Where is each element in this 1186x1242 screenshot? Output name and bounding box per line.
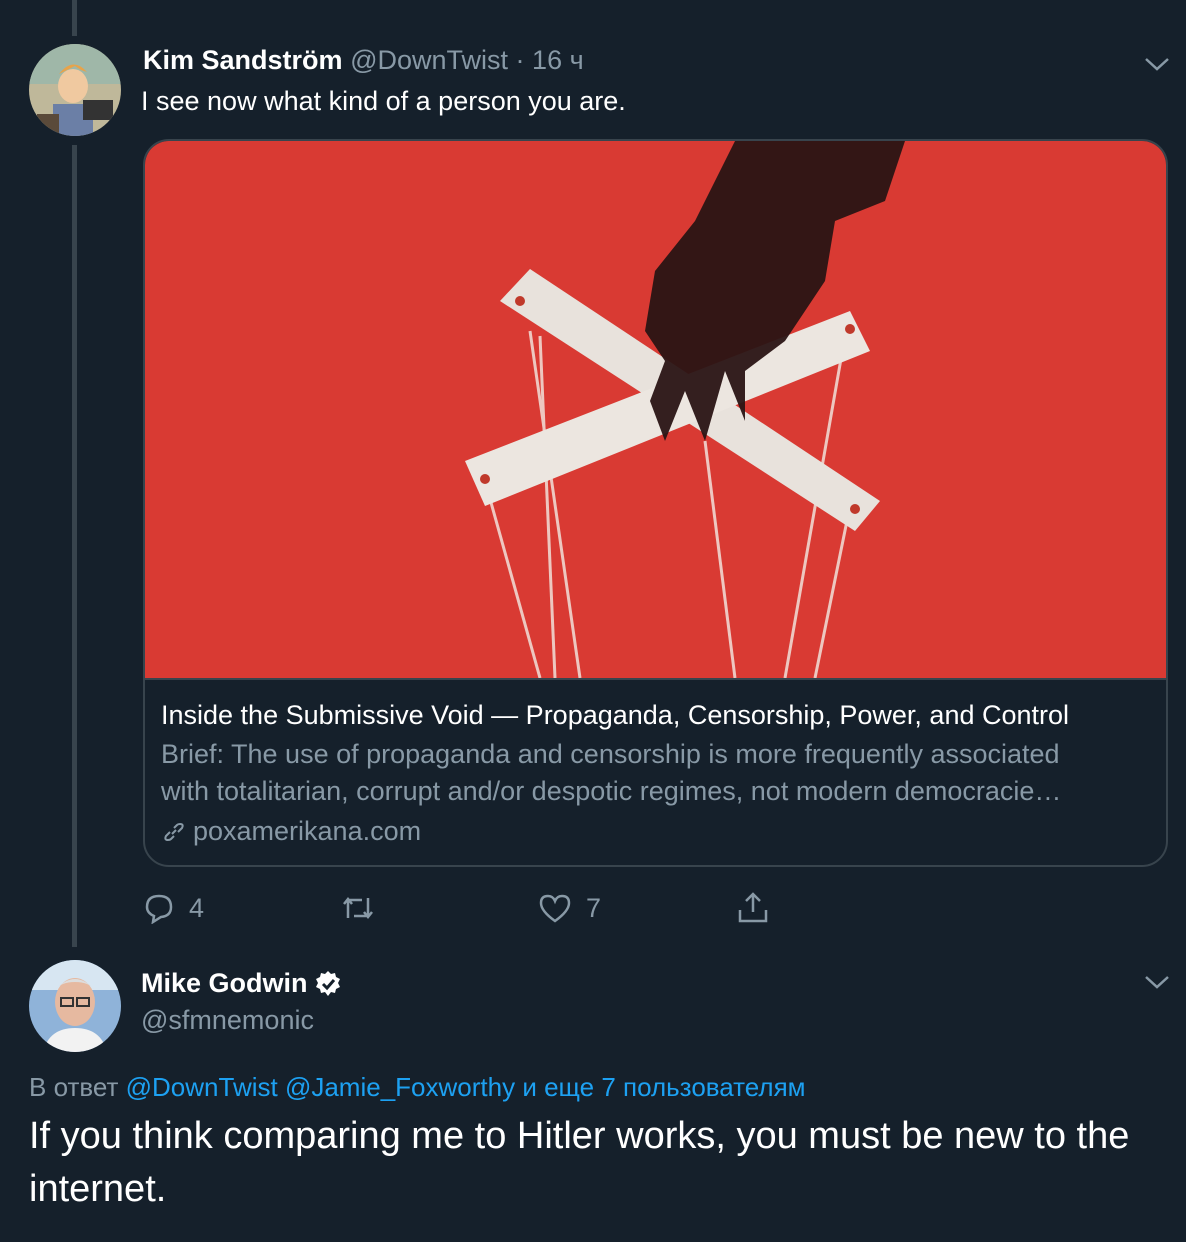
header-separator: ·: [515, 45, 525, 75]
share-icon: [738, 892, 768, 923]
previous-tweet-action-icons: [140, 0, 840, 4]
reply-action[interactable]: 4: [143, 888, 204, 928]
thread-line-connector: [72, 145, 77, 947]
chevron-down-icon[interactable]: [1142, 972, 1172, 992]
avatar-kim-image: [29, 44, 121, 136]
author-name[interactable]: Mike Godwin: [141, 968, 308, 999]
card-title: Inside the Submissive Void — Propaganda,…: [161, 700, 1070, 730]
author-handle[interactable]: @sfmnemonic: [141, 1005, 314, 1036]
author-handle[interactable]: @DownTwist: [350, 45, 508, 75]
retweet-action[interactable]: [340, 888, 390, 928]
card-domain-row: poxamerikana.com: [161, 816, 421, 847]
link-icon: [164, 822, 184, 841]
card-description-line2: with totalitarian, corrupt and/or despot…: [161, 776, 1062, 806]
tweet-time[interactable]: 16 ч: [532, 45, 584, 75]
tweet-text: I see now what kind of a person you are.: [141, 86, 626, 116]
card-description-line1: Brief: The use of propaganda and censors…: [161, 739, 1060, 769]
reply-mention-downtwist[interactable]: @DownTwist: [126, 1072, 278, 1102]
reply-context: В ответ @DownTwist @Jamie_Foxworthy и ещ…: [29, 1072, 806, 1103]
tweet-text: If you think comparing me to Hitler work…: [29, 1115, 1130, 1210]
reply-others[interactable]: и еще 7 пользователям: [522, 1072, 805, 1102]
share-action[interactable]: [735, 888, 771, 928]
verified-badge-icon: [315, 970, 340, 996]
like-count: 7: [586, 892, 602, 923]
avatar-godwin-image: [29, 960, 121, 1052]
like-action[interactable]: 7: [538, 888, 601, 928]
link-card[interactable]: Inside the Submissive Void — Propaganda,…: [143, 139, 1168, 867]
reply-prefix: В ответ: [29, 1072, 119, 1102]
retweet-icon: [343, 896, 373, 920]
puppet-hand-illustration: [465, 141, 905, 679]
reply-icon: [145, 894, 173, 924]
previous-tweet-actions: [140, 0, 840, 4]
avatar-godwin[interactable]: [29, 960, 121, 1052]
reply-count: 4: [189, 892, 205, 923]
thread-line-top: [72, 0, 77, 36]
tweet-godwin-header: Mike Godwin: [141, 968, 342, 999]
reply-mention-jamie[interactable]: @Jamie_Foxworthy: [285, 1072, 515, 1102]
tweet-kim-header: Kim Sandström @DownTwist · 16 ч: [143, 45, 584, 76]
card-image[interactable]: [145, 141, 1166, 679]
card-body[interactable]: Inside the Submissive Void — Propaganda,…: [145, 678, 1166, 865]
avatar-kim[interactable]: [29, 44, 121, 136]
author-name[interactable]: Kim Sandström: [143, 45, 343, 75]
like-icon: [539, 894, 571, 923]
card-domain: poxamerikana.com: [193, 816, 422, 846]
chevron-down-icon[interactable]: [1142, 54, 1172, 74]
